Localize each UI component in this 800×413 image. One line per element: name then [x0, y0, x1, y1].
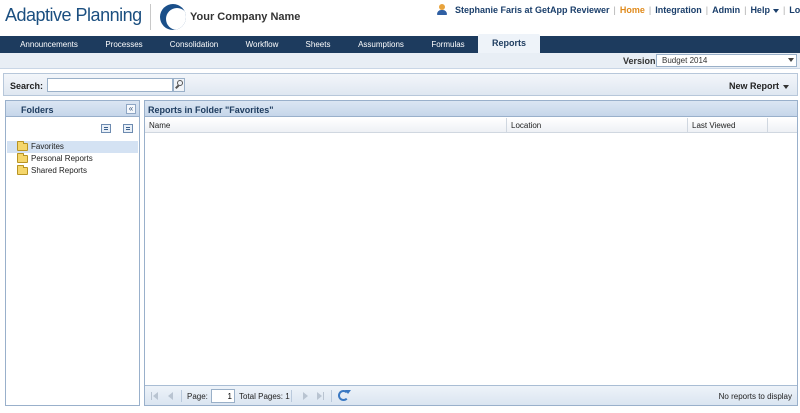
- help-label: Help: [750, 5, 770, 15]
- app-logo[interactable]: Adaptive Planning: [5, 5, 142, 26]
- last-page-icon: [317, 392, 322, 400]
- nav-divider: |: [648, 5, 652, 15]
- pager-divider: [291, 390, 292, 402]
- new-folder-icon[interactable]: [101, 124, 111, 133]
- column-header-name[interactable]: Name: [145, 118, 507, 133]
- tab-announcements[interactable]: Announcements: [0, 36, 98, 53]
- version-label: Version:: [623, 56, 659, 66]
- search-toolbar: Search: New Report: [3, 73, 798, 96]
- search-icon-handle: [175, 84, 179, 89]
- company-logo-icon: [160, 4, 186, 30]
- folder-shared-reports[interactable]: Shared Reports: [7, 165, 138, 177]
- folder-favorites[interactable]: Favorites: [7, 141, 138, 153]
- column-header-location[interactable]: Location: [507, 118, 688, 133]
- folders-header: Folders «: [6, 101, 139, 117]
- folder-personal-reports[interactable]: Personal Reports: [7, 153, 138, 165]
- chevron-down-icon: [772, 8, 779, 13]
- user-icon: [437, 4, 447, 15]
- pager-divider: [331, 390, 332, 402]
- previous-page-icon: [168, 392, 173, 400]
- tab-assumptions[interactable]: Assumptions: [348, 36, 414, 53]
- app-header: Adaptive Planning Your Company Name Step…: [0, 0, 800, 36]
- main-tab-bar: Announcements Processes Consolidation Wo…: [0, 34, 800, 53]
- page-label: Page:: [187, 392, 208, 401]
- search-input[interactable]: [47, 78, 173, 92]
- folders-title: Folders: [21, 105, 54, 115]
- reports-grid-body: [145, 134, 797, 386]
- folder-icon: [17, 141, 28, 151]
- nav-divider: |: [744, 5, 747, 15]
- first-page-icon: [153, 392, 158, 400]
- logo-divider: [150, 4, 151, 30]
- logout-link[interactable]: Logout: [789, 5, 800, 15]
- nav-divider: |: [705, 5, 709, 15]
- new-report-label: New Report: [728, 81, 779, 91]
- folders-panel: Folders « Favorites Personal Reports Sha…: [5, 100, 140, 406]
- pager-divider: [181, 390, 182, 402]
- search-button[interactable]: [173, 78, 185, 92]
- first-page-button[interactable]: [151, 392, 159, 400]
- tab-consolidation[interactable]: Consolidation: [160, 36, 228, 53]
- chevron-down-icon: [788, 58, 794, 62]
- search-label: Search:: [10, 81, 44, 91]
- help-menu[interactable]: Help: [750, 5, 779, 15]
- folder-properties-icon[interactable]: [123, 124, 133, 133]
- tab-formulas[interactable]: Formulas: [422, 36, 474, 53]
- last-page-button[interactable]: [316, 392, 324, 400]
- folder-label: Shared Reports: [31, 166, 88, 175]
- reports-grid-header: Reports in Folder "Favorites": [145, 101, 797, 117]
- next-page-icon: [303, 392, 308, 400]
- version-value: Budget 2014: [662, 56, 708, 65]
- tab-workflow[interactable]: Workflow: [236, 36, 288, 53]
- folder-icon: [17, 153, 28, 163]
- reports-grid-panel: Reports in Folder "Favorites" Name Locat…: [144, 100, 798, 406]
- column-headers: Name Location Last Viewed: [145, 118, 797, 133]
- folders-toolbar: [6, 118, 139, 139]
- pagination-bar: Page: Total Pages: 1 No reports to displ…: [145, 385, 797, 405]
- home-link[interactable]: Home: [620, 5, 645, 15]
- company-name: Your Company Name: [190, 11, 301, 23]
- folder-label: Personal Reports: [31, 154, 93, 163]
- version-select[interactable]: Budget 2014: [656, 54, 797, 67]
- page-number-input[interactable]: [211, 389, 235, 403]
- nav-divider: |: [782, 5, 786, 15]
- total-pages: Total Pages: 1: [239, 392, 290, 401]
- admin-link[interactable]: Admin: [712, 5, 740, 15]
- previous-page-button[interactable]: [167, 392, 175, 400]
- version-bar: Version: Budget 2014: [0, 53, 800, 69]
- new-report-button[interactable]: New Report: [729, 81, 789, 91]
- chevron-down-icon: [783, 84, 789, 89]
- next-page-button[interactable]: [301, 392, 309, 400]
- user-name: Stephanie Faris at GetApp Reviewer: [455, 5, 610, 15]
- refresh-icon[interactable]: [338, 390, 351, 401]
- reports-grid-title: Reports in Folder "Favorites": [148, 105, 274, 115]
- integration-link[interactable]: Integration: [655, 5, 702, 15]
- folder-label: Favorites: [31, 142, 64, 151]
- collapse-panel-button[interactable]: «: [126, 104, 136, 114]
- nav-divider: |: [613, 5, 616, 15]
- tab-processes[interactable]: Processes: [98, 36, 150, 53]
- grid-status: No reports to display: [718, 392, 792, 401]
- folder-icon: [17, 165, 28, 175]
- tab-sheets[interactable]: Sheets: [298, 36, 338, 53]
- tab-reports[interactable]: Reports: [478, 34, 540, 53]
- column-header-last-viewed[interactable]: Last Viewed: [688, 118, 768, 133]
- top-navigation: Stephanie Faris at GetApp Reviewer | Home |…: [455, 5, 800, 15]
